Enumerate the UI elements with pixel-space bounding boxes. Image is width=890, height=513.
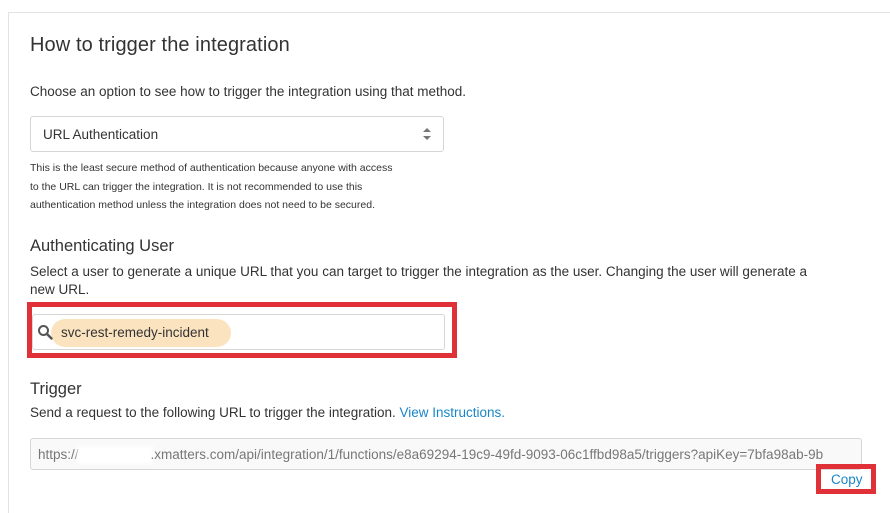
url-prefix: https:// (38, 447, 79, 462)
auth-method-select[interactable]: URL Authentication (30, 116, 444, 152)
description-line: new URL. (30, 282, 90, 297)
trigger-heading: Trigger (30, 380, 82, 398)
trigger-url-field[interactable]: https:// .xmatters.com/api/integration/1/… (30, 438, 862, 470)
url-rest: .xmatters.com/api/integration/1/function… (150, 447, 824, 462)
intro-text: Choose an option to see how to trigger t… (30, 84, 467, 99)
view-instructions-link[interactable]: View Instructions. (400, 405, 506, 420)
auth-method-selected: URL Authentication (43, 127, 159, 142)
copy-button[interactable]: Copy (831, 472, 863, 487)
auth-method-help: This is the least secure method of authe… (30, 159, 460, 215)
select-caret-icon (423, 128, 431, 140)
help-line: to the URL can trigger the integration. … (30, 180, 363, 193)
description-line: Select a user to generate a unique URL t… (30, 264, 807, 279)
authenticating-user-heading: Authenticating User (30, 237, 174, 255)
authenticating-user-description: Select a user to generate a unique URL t… (30, 263, 880, 299)
trigger-description: Send a request to the following URL to t… (30, 405, 396, 420)
annotation-box-user (27, 302, 457, 358)
annotation-box-copy: Copy (816, 464, 876, 494)
page-title: How to trigger the integration (30, 34, 290, 56)
trigger-url: https:// .xmatters.com/api/integration/1/… (38, 447, 823, 462)
help-line: authentication method unless the integra… (30, 199, 375, 211)
trigger-description-row: Send a request to the following URL to t… (30, 405, 505, 420)
redacted-region (79, 449, 150, 462)
help-line: This is the least secure method of authe… (30, 162, 393, 174)
